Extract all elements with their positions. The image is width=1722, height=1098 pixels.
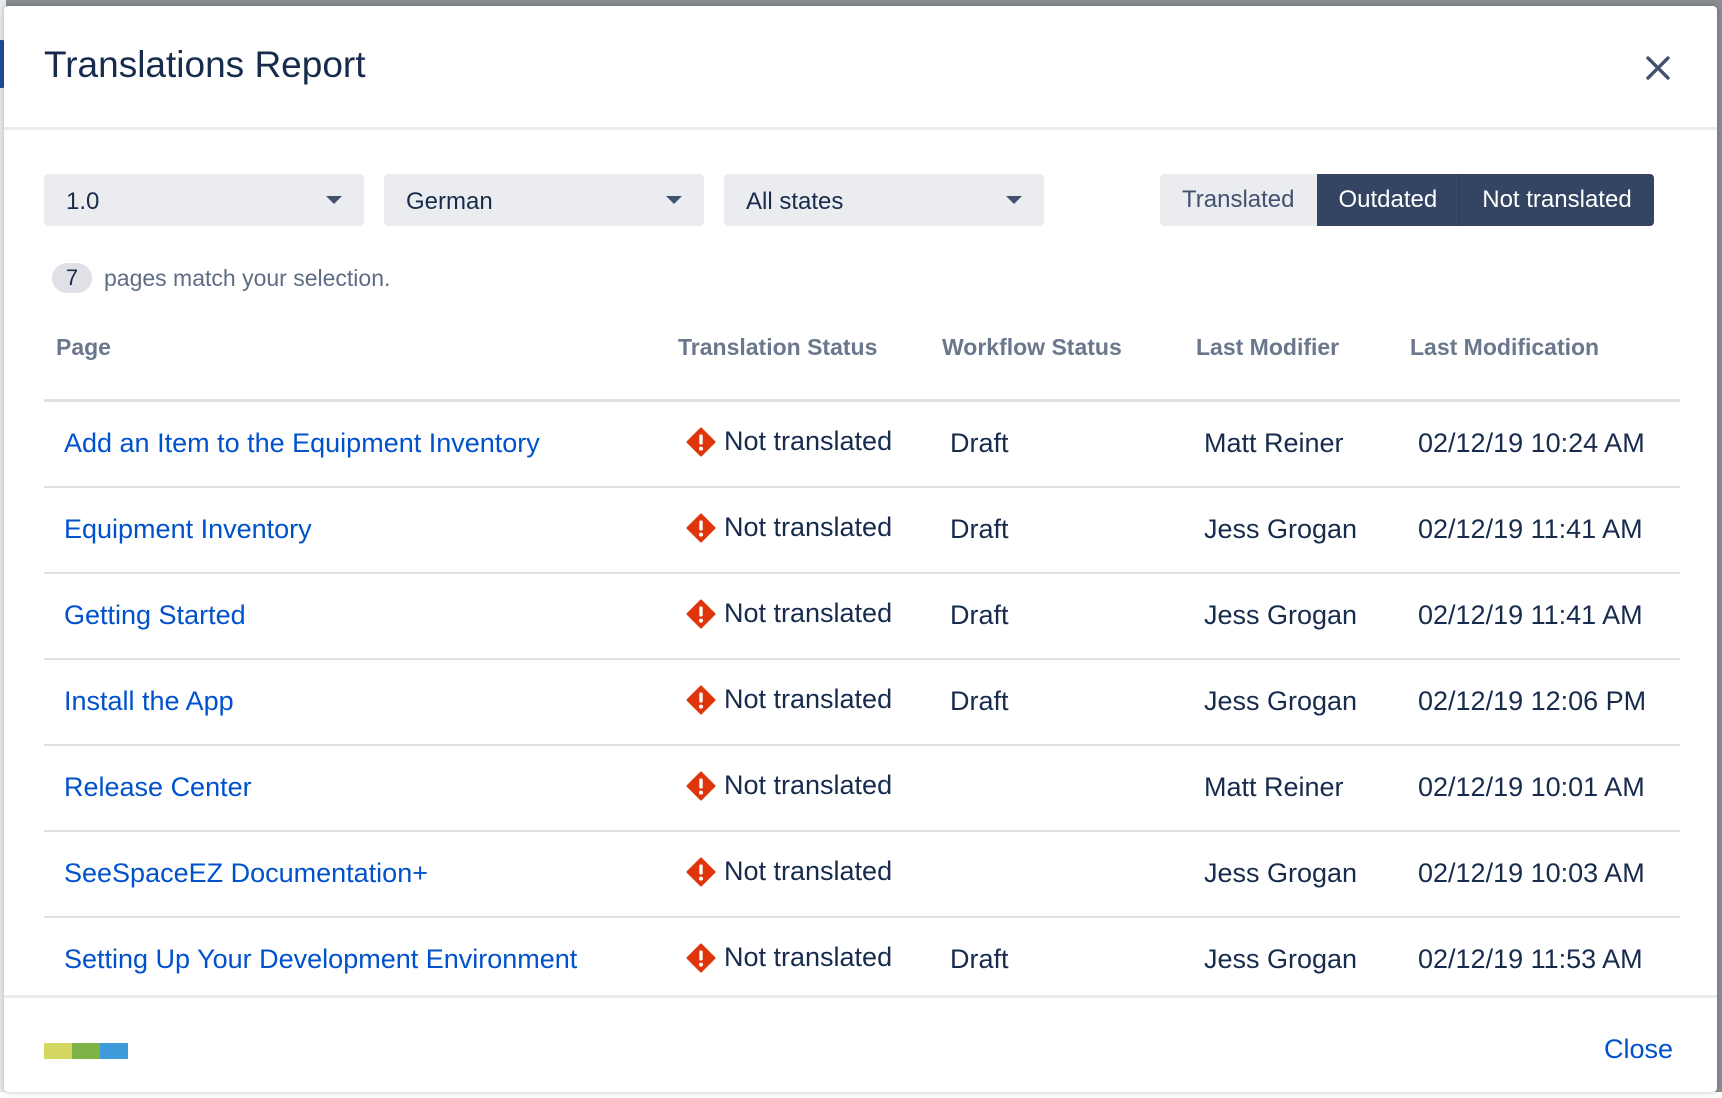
error-diamond-icon [686, 513, 716, 542]
translation-status-text: Not translated [724, 770, 893, 800]
translation-status: Not translated [686, 856, 892, 887]
page-link[interactable]: Add an Item to the Equipment Inventory [64, 428, 540, 459]
dialog-title: Translations Report [44, 44, 366, 85]
table-row: Release Center Not translated Matt Reine… [44, 746, 1680, 832]
close-icon[interactable] [1638, 48, 1678, 88]
last-modifier: Jess Grogan [1204, 686, 1358, 716]
translation-status: Not translated [686, 684, 892, 715]
table-row: Setting Up Your Development Environment … [44, 918, 1680, 1002]
language-select-value: German [406, 188, 493, 215]
toggle-translated[interactable]: Translated [1160, 174, 1317, 226]
last-modification: 02/12/19 12:06 PM [1418, 686, 1647, 716]
header-workflow-status[interactable]: Workflow Status [942, 334, 1122, 361]
last-modifier: Jess Grogan [1204, 514, 1358, 544]
logo-icon [44, 1043, 128, 1059]
status-toggle-group: Translated Outdated Not translated [1160, 174, 1654, 226]
page-link[interactable]: Equipment Inventory [64, 514, 312, 545]
last-modification: 02/12/19 10:03 AM [1418, 858, 1645, 888]
chevron-down-icon [1006, 196, 1022, 204]
translation-status: Not translated [686, 426, 892, 457]
workflow-status: Draft [950, 600, 1009, 630]
table-row: Add an Item to the Equipment Inventory N… [44, 402, 1680, 488]
error-diamond-icon [686, 857, 716, 886]
dialog-header: Translations Report [4, 6, 1717, 130]
last-modifier: Jess Grogan [1204, 600, 1358, 630]
header-translation-status[interactable]: Translation Status [678, 334, 877, 361]
page-link[interactable]: Install the App [64, 686, 234, 717]
translation-status: Not translated [686, 512, 892, 543]
workflow-status: Draft [950, 514, 1009, 544]
match-count-badge: 7 [52, 263, 92, 293]
translation-status-text: Not translated [724, 684, 893, 714]
chevron-down-icon [666, 196, 682, 204]
translation-status: Not translated [686, 942, 892, 973]
last-modification: 02/12/19 11:41 AM [1418, 514, 1643, 544]
report-table: Page Translation Status Workflow Status … [44, 306, 1680, 1002]
error-diamond-icon [686, 685, 716, 714]
table-row: Install the App Not translated Draft Jes… [44, 660, 1680, 746]
version-select[interactable]: 1.0 [44, 174, 364, 226]
last-modification: 02/12/19 11:41 AM [1418, 600, 1643, 630]
workflow-status: Draft [950, 944, 1009, 974]
last-modifier: Matt Reiner [1204, 772, 1344, 802]
toggle-not-translated[interactable]: Not translated [1459, 174, 1654, 226]
header-last-modifier[interactable]: Last Modifier [1196, 334, 1339, 361]
translation-status: Not translated [686, 598, 892, 629]
match-text: pages match your selection. [104, 264, 391, 291]
translation-status-text: Not translated [724, 426, 893, 456]
translation-status-text: Not translated [724, 942, 893, 972]
header-last-modification[interactable]: Last Modification [1410, 334, 1599, 361]
state-select-value: All states [746, 188, 844, 215]
table-header: Page Translation Status Workflow Status … [44, 306, 1680, 402]
error-diamond-icon [686, 771, 716, 800]
match-summary: 7 pages match your selection. [52, 262, 390, 294]
table-row: SeeSpaceEZ Documentation+ Not translated… [44, 832, 1680, 918]
table-body: Add an Item to the Equipment Inventory N… [44, 402, 1680, 1002]
translation-status-text: Not translated [724, 856, 893, 886]
last-modification: 02/12/19 11:53 AM [1418, 944, 1643, 974]
translation-status-text: Not translated [724, 598, 893, 628]
error-diamond-icon [686, 427, 716, 456]
dialog-footer: Close [4, 995, 1717, 1092]
translation-status-text: Not translated [724, 512, 893, 542]
state-select[interactable]: All states [724, 174, 1044, 226]
close-button[interactable]: Close [1604, 1034, 1673, 1065]
header-page[interactable]: Page [56, 334, 111, 361]
version-select-value: 1.0 [66, 188, 100, 215]
error-diamond-icon [686, 599, 716, 628]
last-modification: 02/12/19 10:01 AM [1418, 772, 1645, 802]
page-link[interactable]: Setting Up Your Development Environment [64, 944, 577, 975]
last-modifier: Matt Reiner [1204, 428, 1344, 458]
page-link[interactable]: Release Center [64, 772, 252, 803]
chevron-down-icon [326, 196, 342, 204]
language-select[interactable]: German [384, 174, 704, 226]
page-link[interactable]: SeeSpaceEZ Documentation+ [64, 858, 428, 889]
last-modifier: Jess Grogan [1204, 858, 1358, 888]
table-row: Equipment Inventory Not translated Draft… [44, 488, 1680, 574]
workflow-status: Draft [950, 428, 1009, 458]
error-diamond-icon [686, 943, 716, 972]
table-row: Getting Started Not translated Draft Jes… [44, 574, 1680, 660]
last-modification: 02/12/19 10:24 AM [1418, 428, 1645, 458]
last-modifier: Jess Grogan [1204, 944, 1358, 974]
toggle-outdated[interactable]: Outdated [1316, 174, 1460, 226]
workflow-status: Draft [950, 686, 1009, 716]
background-strip [0, 1092, 1722, 1098]
page-link[interactable]: Getting Started [64, 600, 246, 631]
translation-status: Not translated [686, 770, 892, 801]
translations-report-dialog: Translations Report 1.0 German All state… [4, 6, 1717, 1092]
